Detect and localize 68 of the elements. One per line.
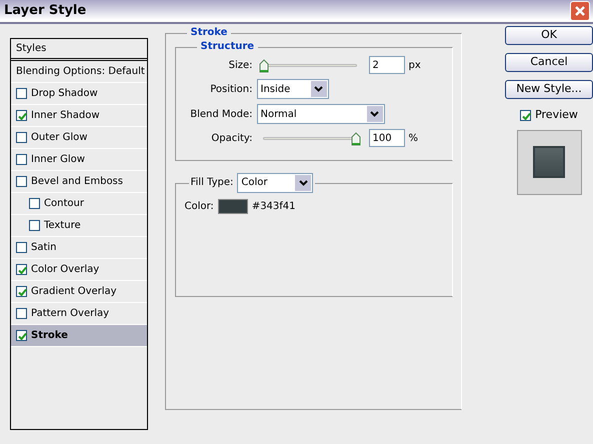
list-item[interactable]: Bevel and Emboss bbox=[11, 171, 146, 193]
field-label: Color: bbox=[184, 200, 214, 214]
checkbox[interactable] bbox=[16, 88, 27, 99]
dropdown-value: Inside bbox=[260, 82, 290, 96]
field-label: Fill Type: bbox=[190, 178, 234, 188]
checkbox[interactable] bbox=[16, 330, 27, 341]
list-item[interactable]: Inner Glow bbox=[11, 149, 146, 171]
list-label: Pattern Overlay bbox=[31, 307, 110, 321]
list-label: Satin bbox=[31, 241, 57, 255]
checkbox[interactable] bbox=[16, 286, 27, 297]
list-item[interactable]: Drop Shadow bbox=[11, 83, 146, 105]
checkbox[interactable] bbox=[29, 220, 40, 231]
dialog-button[interactable]: Cancel bbox=[505, 53, 593, 72]
list-label: Color Overlay bbox=[31, 263, 100, 277]
section-title: Stroke bbox=[190, 28, 228, 38]
list-item[interactable]: Contour bbox=[11, 193, 146, 215]
checkbox[interactable] bbox=[16, 308, 27, 319]
checkbox[interactable] bbox=[16, 154, 27, 165]
checkbox[interactable] bbox=[16, 110, 27, 121]
dialog-button[interactable]: OK bbox=[505, 26, 593, 45]
unit-label: % bbox=[408, 132, 418, 146]
field-label: Size: bbox=[228, 58, 252, 72]
list-item[interactable]: Inner Shadow bbox=[11, 105, 146, 127]
slider-thumb[interactable] bbox=[350, 132, 360, 146]
number-field[interactable]: 100 bbox=[368, 129, 404, 147]
list-label: Drop Shadow bbox=[31, 87, 98, 101]
list-label: Stroke bbox=[31, 329, 68, 343]
field-label: Opacity: bbox=[210, 132, 252, 146]
checkbox[interactable] bbox=[520, 110, 532, 121]
list-label: Gradient Overlay bbox=[31, 285, 117, 299]
dropdown[interactable]: Color bbox=[237, 173, 314, 193]
color-swatch[interactable] bbox=[218, 199, 248, 214]
dialog-button[interactable]: New Style... bbox=[505, 80, 593, 99]
list-label: Outer Glow bbox=[31, 131, 88, 145]
dropdown-value: Normal bbox=[260, 108, 297, 122]
preview-swatch bbox=[533, 146, 565, 178]
list-label: Contour bbox=[44, 197, 84, 211]
unit-label: px bbox=[408, 58, 421, 72]
list-label: Inner Glow bbox=[31, 153, 85, 167]
list-item[interactable]: Stroke bbox=[11, 325, 146, 347]
dropdown-value: Color bbox=[241, 178, 268, 188]
list-item[interactable]: Satin bbox=[11, 237, 146, 259]
slider-thumb[interactable] bbox=[258, 58, 268, 72]
panel-header: Styles bbox=[11, 39, 146, 61]
list-label: Texture bbox=[44, 219, 81, 233]
field-label: Blend Mode: bbox=[189, 108, 252, 122]
list-item[interactable]: Outer Glow bbox=[11, 127, 146, 149]
list-item[interactable]: Color Overlay bbox=[11, 259, 146, 281]
list-label: Inner Shadow bbox=[31, 109, 100, 123]
dropdown[interactable]: Inside bbox=[256, 79, 328, 99]
checkbox[interactable] bbox=[29, 198, 40, 209]
checkbox[interactable] bbox=[16, 132, 27, 143]
checkbox-label: Preview bbox=[535, 107, 578, 123]
number-field[interactable]: 2 bbox=[368, 56, 404, 74]
close-icon bbox=[574, 5, 586, 17]
close-button[interactable] bbox=[570, 1, 590, 21]
dropdown[interactable]: Normal bbox=[256, 104, 384, 124]
list-item[interactable]: Blending Options: Default bbox=[11, 61, 146, 83]
list-item[interactable]: Gradient Overlay bbox=[11, 281, 146, 303]
checkbox[interactable] bbox=[16, 264, 27, 275]
checkbox[interactable] bbox=[16, 242, 27, 253]
field-label: Position: bbox=[209, 82, 252, 96]
window-title: Layer Style bbox=[4, 2, 86, 20]
color-value: #343f41 bbox=[252, 200, 296, 214]
group-title: Structure bbox=[200, 42, 256, 52]
list-label: Bevel and Emboss bbox=[31, 175, 123, 189]
checkbox[interactable] bbox=[16, 176, 27, 187]
list-item[interactable]: Texture bbox=[11, 215, 146, 237]
